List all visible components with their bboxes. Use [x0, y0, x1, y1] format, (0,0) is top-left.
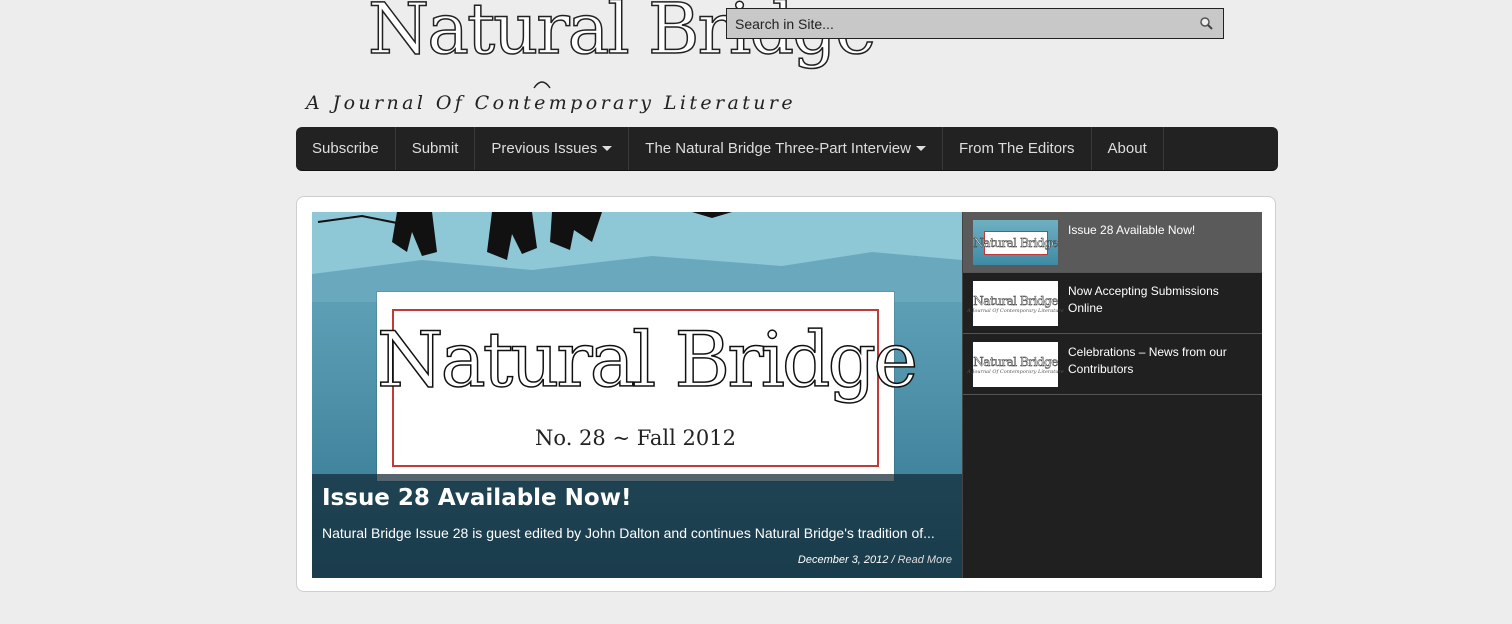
slide-list-label: Celebrations – News from our Contributor… — [1068, 345, 1227, 376]
thumbnail-title: Natural Bridge — [973, 354, 1059, 369]
nav-item-label: Submit — [411, 140, 459, 157]
featured-slide[interactable]: Natural Bridge No. 28 ~ Fall 2012 Issue … — [312, 212, 962, 578]
slide-thumbnail: Natural Bridge — [973, 220, 1059, 265]
slide-list-item[interactable]: Natural Bridge Issue 28 Available Now! — [963, 212, 1262, 273]
nav-item-from-the-editors[interactable]: From The Editors — [943, 127, 1092, 170]
cover-title: Natural Bridge — [376, 315, 919, 404]
slide-thumbnail: Natural Bridge A Journal Of Contemporary … — [967, 281, 1064, 326]
thumbnail-title: Natural Bridge — [973, 235, 1059, 250]
caret-down-icon — [602, 146, 613, 151]
caret-down-icon — [915, 146, 926, 151]
nav-item-label: Previous Issues — [491, 140, 598, 157]
logo-swirl-icon — [533, 81, 551, 89]
read-more-link[interactable]: Read More — [898, 554, 952, 566]
slide-caption: Issue 28 Available Now! Natural Bridge I… — [312, 474, 962, 578]
main-nav: Subscribe Submit Previous Issues The Natura… — [296, 127, 1278, 171]
thumbnail-tagline: A Journal Of Contemporary Literature — [967, 368, 1064, 375]
logo-tagline: A Journal Of Contemporary Literature — [306, 92, 797, 114]
cover-art-image — [312, 212, 962, 302]
slide-list: Natural Bridge Issue 28 Available Now! Nat… — [962, 212, 1262, 578]
nav-item-label: Subscribe — [312, 140, 379, 157]
nav-item-submit[interactable]: Submit — [396, 127, 476, 170]
slide-thumbnail: Natural Bridge A Journal Of Contemporary … — [967, 342, 1064, 387]
nav-item-the-natural-bridge-three-part-interview[interactable]: The Natural Bridge Three-Part Interview — [629, 127, 943, 170]
slide-list-label: Now Accepting Submissions Online — [1068, 284, 1219, 315]
slide-list-item[interactable]: Natural Bridge A Journal Of Contemporary … — [963, 334, 1262, 395]
nav-item-label: From The Editors — [958, 140, 1075, 157]
cover-subtitle: No. 28 ~ Fall 2012 — [535, 426, 736, 450]
slide-excerpt: Natural Bridge Issue 28 is guest edited … — [322, 525, 935, 541]
thumbnail-tagline: A Journal Of Contemporary Literature — [967, 307, 1064, 314]
search-input[interactable] — [727, 9, 1187, 38]
slide-meta: December 3, 2012 / Read More — [798, 554, 952, 566]
slide-date: December 3, 2012 / — [797, 554, 895, 566]
featured-slider: Natural Bridge No. 28 ~ Fall 2012 Issue … — [296, 196, 1276, 592]
thumbnail-title: Natural Bridge — [973, 293, 1059, 308]
issue-cover: Natural Bridge No. 28 ~ Fall 2012 — [376, 292, 919, 481]
nav-item-label: The Natural Bridge Three-Part Interview — [645, 140, 911, 157]
search-box — [726, 8, 1224, 39]
nav-item-subscribe[interactable]: Subscribe — [296, 127, 396, 170]
nav-item-previous-issues[interactable]: Previous Issues — [475, 127, 630, 170]
nav-item-label: About — [1107, 140, 1147, 157]
nav-item-about[interactable]: About — [1092, 127, 1164, 170]
search-icon[interactable] — [1199, 16, 1213, 30]
site-logo[interactable]: Natural Bridge A Journal Of Contemporary… — [300, 0, 877, 120]
slide-list-item[interactable]: Natural Bridge A Journal Of Contemporary … — [963, 273, 1262, 334]
slide-list-label: Issue 28 Available Now! — [1068, 223, 1196, 237]
slide-title[interactable]: Issue 28 Available Now! — [322, 485, 631, 511]
